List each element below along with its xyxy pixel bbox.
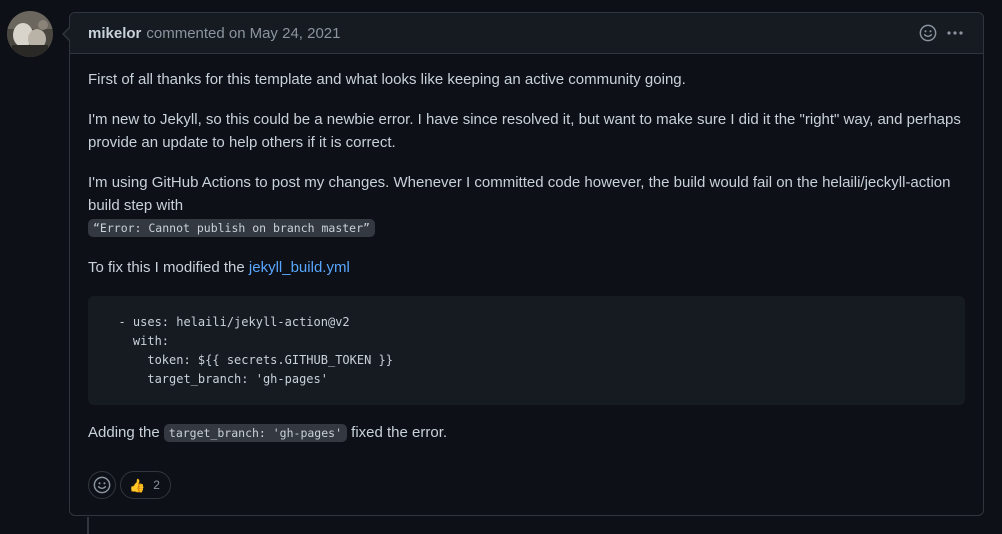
header-actions <box>918 23 965 43</box>
body-paragraph-3: I'm using GitHub Actions to post my chan… <box>88 174 951 214</box>
smiley-icon <box>93 476 111 494</box>
kebab-horizontal-icon <box>947 31 963 35</box>
code-line-3: token: ${{ secrets.GITHUB_TOKEN }} <box>104 353 393 367</box>
thumbs-up-reaction-button[interactable]: 👍 2 <box>120 471 171 499</box>
comment-action-text: commented on <box>146 24 246 42</box>
jekyll-build-yml-link[interactable]: jekyll_build.yml <box>249 259 350 276</box>
smiley-icon <box>919 24 937 42</box>
body-paragraph-4: To fix this I modified the jekyll_build.… <box>88 256 965 279</box>
body-paragraph-2: I'm new to Jekyll, so this could be a ne… <box>88 111 961 151</box>
paragraph-5-prefix: Adding the <box>88 424 164 441</box>
body-paragraph-1: First of all thanks for this template an… <box>88 71 686 88</box>
code-line-1: - uses: helaili/jekyll-action@v2 <box>104 315 350 329</box>
timeline-connector <box>87 517 89 534</box>
yaml-code-block: - uses: helaili/jekyll-action@v2 with: t… <box>88 296 965 405</box>
body-paragraph-5: Adding the target_branch: 'gh-pages' fix… <box>88 421 965 445</box>
add-reaction-button[interactable] <box>88 471 116 499</box>
comment-box: mikelor commented on May 24, 2021 First … <box>62 12 984 516</box>
header-menu-button[interactable] <box>945 23 965 43</box>
discussion-timeline: mikelor commented on May 24, 2021 First … <box>0 0 1002 534</box>
reactions-bar: 👍 2 <box>88 471 171 499</box>
author-link[interactable]: mikelor <box>88 25 141 42</box>
inline-code-error: “Error: Cannot publish on branch master” <box>88 219 375 237</box>
avatar[interactable] <box>7 11 53 57</box>
inline-code-target-branch: target_branch: 'gh-pages' <box>163 424 347 442</box>
avatar-image <box>7 11 53 57</box>
code-line-4: target_branch: 'gh-pages' <box>104 372 328 386</box>
thumbs-up-icon: 👍 <box>129 477 146 493</box>
thumbs-up-count: 2 <box>153 478 160 492</box>
comment-body: First of all thanks for this template an… <box>70 54 983 445</box>
paragraph-4-text: To fix this I modified the <box>88 259 249 276</box>
header-reaction-button[interactable] <box>918 23 938 43</box>
error-code-line: “Error: Cannot publish on branch master” <box>88 217 965 239</box>
comment-header: mikelor commented on May 24, 2021 <box>70 13 983 54</box>
code-line-2: with: <box>104 334 170 348</box>
paragraph-5-suffix: fixed the error. <box>347 424 448 441</box>
comment-date-link[interactable]: May 24, 2021 <box>250 25 341 42</box>
